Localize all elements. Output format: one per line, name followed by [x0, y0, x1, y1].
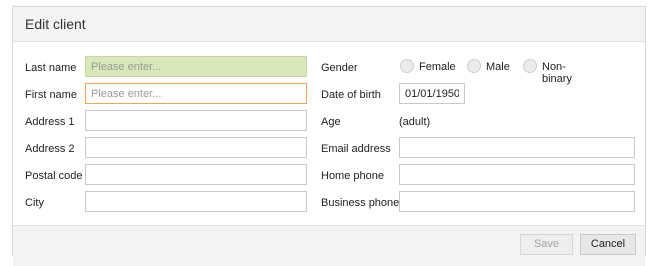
gender-female-label[interactable]: Female — [419, 61, 456, 73]
save-button[interactable]: Save — [520, 234, 573, 255]
gender-male-radio[interactable] — [467, 59, 481, 73]
home-phone-input[interactable] — [399, 164, 635, 185]
postal-code-label: Postal code — [25, 170, 83, 182]
dialog-footer: Save Cancel — [13, 225, 645, 266]
home-phone-label: Home phone — [321, 170, 384, 182]
dialog-title: Edit client — [25, 16, 86, 32]
gender-nonbinary-radio[interactable] — [523, 59, 537, 73]
gender-nonbinary-label[interactable]: Non-binary — [542, 61, 572, 85]
gender-male-label[interactable]: Male — [486, 61, 510, 73]
address1-label: Address 1 — [25, 116, 75, 128]
cancel-button[interactable]: Cancel — [580, 234, 636, 255]
date-of-birth-input[interactable] — [399, 83, 465, 104]
email-input[interactable] — [399, 137, 635, 158]
date-of-birth-label: Date of birth — [321, 89, 381, 101]
city-label: City — [25, 197, 44, 209]
dialog-header: Edit client — [13, 7, 645, 42]
postal-code-input[interactable] — [85, 164, 307, 185]
address1-input[interactable] — [85, 110, 307, 131]
email-label: Email address — [321, 143, 391, 155]
first-name-input[interactable] — [85, 83, 307, 104]
last-name-label: Last name — [25, 62, 77, 74]
business-phone-label: Business phone — [321, 197, 400, 209]
gender-female-radio[interactable] — [400, 59, 414, 73]
age-value: (adult) — [399, 116, 431, 128]
age-label: Age — [321, 116, 341, 128]
edit-client-dialog: Edit client Last name First name Address… — [12, 6, 646, 266]
last-name-input[interactable] — [85, 56, 307, 77]
address2-input[interactable] — [85, 137, 307, 158]
gender-label: Gender — [321, 62, 358, 74]
business-phone-input[interactable] — [399, 191, 635, 212]
city-input[interactable] — [85, 191, 307, 212]
first-name-label: First name — [25, 89, 77, 101]
address2-label: Address 2 — [25, 143, 75, 155]
